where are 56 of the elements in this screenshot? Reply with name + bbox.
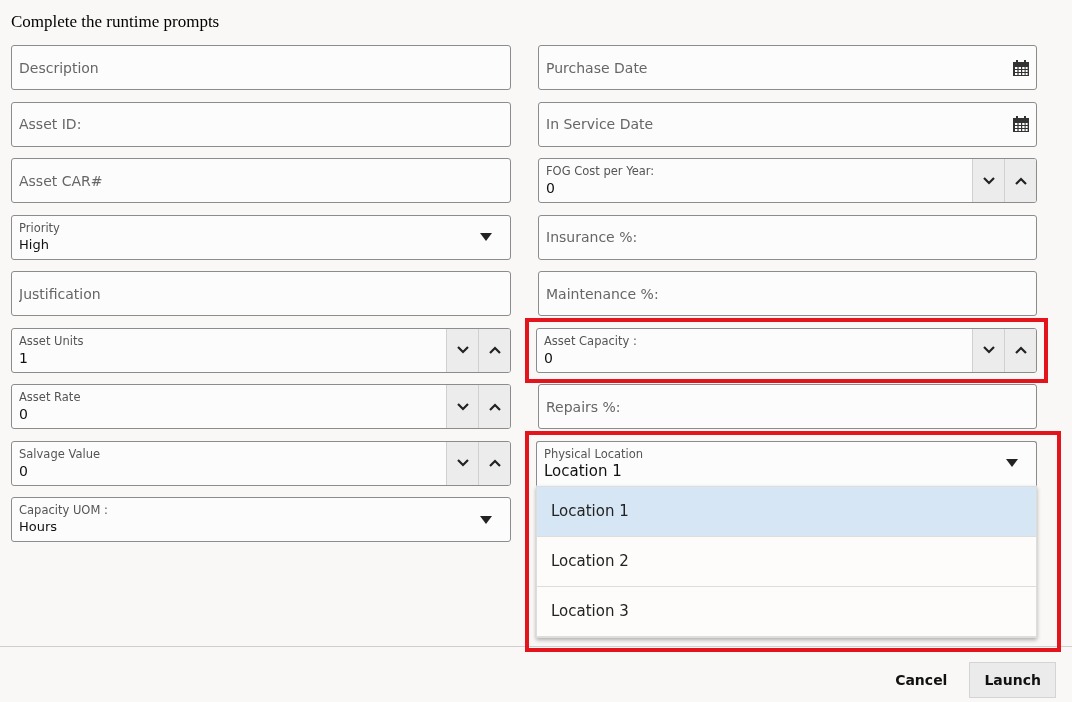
field-label: Capacity UOM : — [19, 503, 109, 518]
cancel-button[interactable]: Cancel — [881, 662, 962, 698]
dropdown-field[interactable]: Priority High — [11, 214, 511, 260]
field-label: Asset Units — [19, 333, 85, 349]
increment-button[interactable] — [478, 385, 510, 428]
chevron-down-icon — [981, 345, 996, 355]
field-label: Asset Capacity : — [544, 333, 638, 349]
chevron-up-icon — [1013, 175, 1028, 186]
chevron-down-icon — [981, 175, 996, 186]
calendar-icon[interactable] — [1012, 58, 1030, 77]
dropdown-field[interactable]: Physical Location Location 1 — [536, 440, 1037, 486]
decrement-button[interactable] — [446, 385, 478, 428]
chevron-up-icon — [487, 345, 502, 355]
chevron-down-icon — [455, 458, 470, 468]
chevron-down-icon — [455, 401, 470, 412]
number-field[interactable]: Asset Units 1 — [11, 327, 511, 373]
date-field[interactable]: Purchase Date — [538, 45, 1037, 90]
input-field[interactable]: Justification — [11, 271, 511, 316]
decrement-button[interactable] — [446, 441, 478, 485]
input-field[interactable]: Insurance %: — [538, 214, 1037, 260]
number-field[interactable]: Asset Capacity : 0 — [536, 327, 1037, 373]
input-field[interactable]: Repairs %: — [538, 384, 1037, 429]
caret-down-icon — [1006, 459, 1018, 467]
number-field[interactable]: Salvage Value 0 — [11, 440, 511, 486]
caret-down-icon — [480, 515, 492, 524]
page-title: Complete the runtime prompts — [10, 11, 221, 33]
increment-button[interactable] — [1004, 328, 1036, 372]
increment-button[interactable] — [1004, 159, 1036, 202]
dropdown-option[interactable]: Location 2 — [537, 536, 1036, 587]
field-label: Salvage Value — [19, 446, 101, 462]
decrement-button[interactable] — [446, 328, 478, 372]
increment-button[interactable] — [478, 328, 510, 372]
input-field[interactable]: Description — [11, 45, 511, 90]
dropdown-field[interactable]: Capacity UOM : Hours — [11, 497, 511, 542]
number-field[interactable]: Asset Rate 0 — [11, 384, 511, 429]
chevron-up-icon — [487, 458, 502, 468]
number-field[interactable]: FOG Cost per Year: 0 — [538, 158, 1037, 203]
chevron-up-icon — [1013, 345, 1028, 355]
field-label: Priority — [19, 220, 61, 236]
field-label: Asset Rate — [19, 390, 82, 405]
calendar-icon[interactable] — [1012, 115, 1030, 133]
input-field[interactable]: Asset ID: — [11, 101, 511, 147]
input-field[interactable]: Maintenance %: — [538, 271, 1037, 316]
launch-button[interactable]: Launch — [969, 662, 1056, 698]
decrement-button[interactable] — [972, 328, 1004, 372]
field-label: Physical Location — [544, 446, 645, 462]
date-field[interactable]: In Service Date — [538, 101, 1037, 147]
caret-down-icon — [480, 233, 492, 241]
increment-button[interactable] — [478, 441, 510, 485]
chevron-up-icon — [487, 401, 502, 412]
field-label: FOG Cost per Year: — [546, 164, 656, 179]
dropdown-option[interactable]: Location 3 — [537, 586, 1036, 637]
input-field[interactable]: Asset CAR# — [11, 158, 511, 203]
chevron-down-icon — [455, 345, 470, 355]
decrement-button[interactable] — [972, 159, 1004, 202]
dropdown-option[interactable]: Location 1 — [537, 486, 1036, 537]
